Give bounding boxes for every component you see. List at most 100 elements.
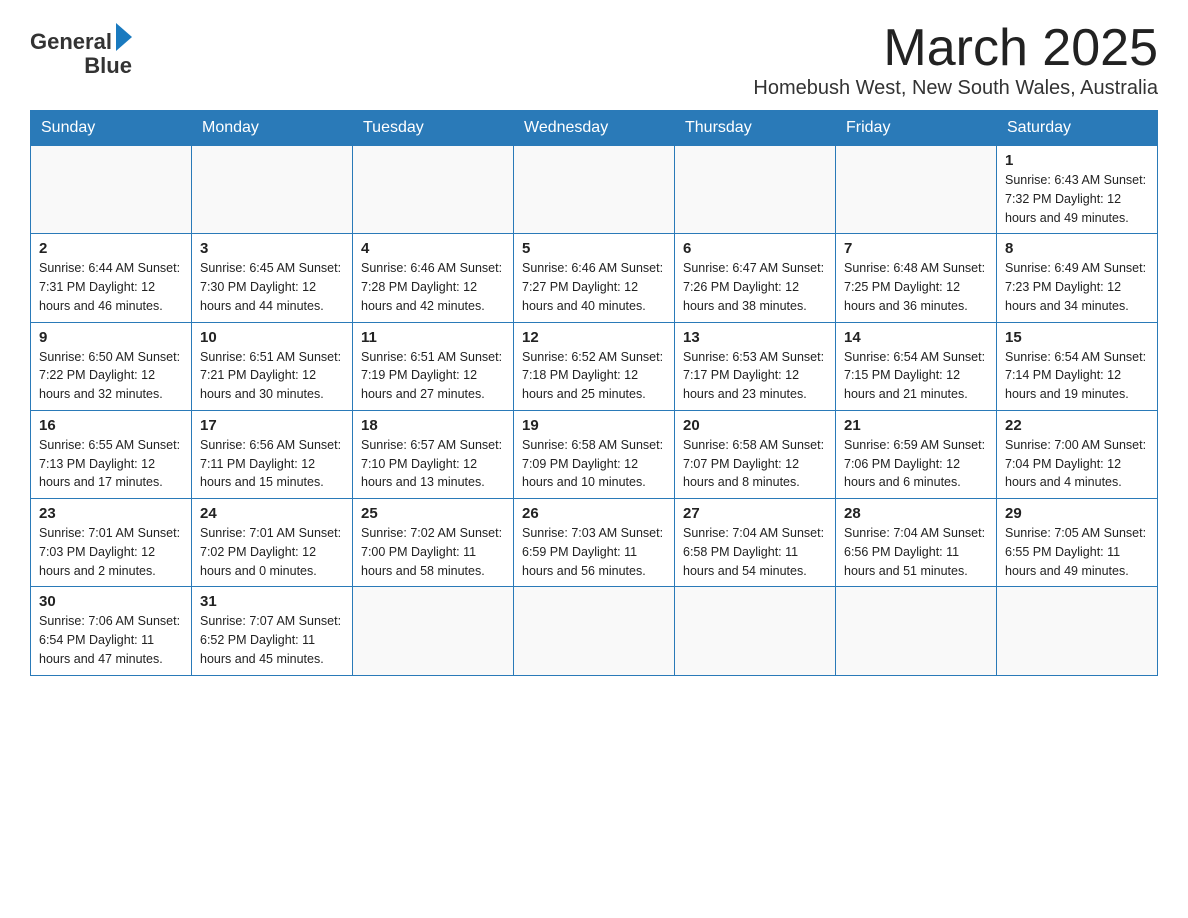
day-number: 13 xyxy=(683,329,827,346)
calendar-day-header: Sunday xyxy=(31,111,192,146)
calendar-cell xyxy=(514,587,675,675)
calendar-week-row: 23Sunrise: 7:01 AM Sunset: 7:03 PM Dayli… xyxy=(31,499,1158,587)
day-number: 17 xyxy=(200,417,344,434)
calendar-cell: 30 Sunrise: 7:06 AM Sunset: 6:54 PM Dayli… xyxy=(31,587,192,675)
logo: General Blue xyxy=(30,20,132,78)
calendar-cell xyxy=(31,146,192,234)
day-number: 4 xyxy=(361,240,505,257)
logo-text-general: General xyxy=(30,30,112,54)
calendar-cell: 12 Sunrise: 6:52 AM Sunset: 7:18 PM Dayli… xyxy=(514,322,675,410)
day-info: Sunrise: 7:04 AM Sunset: 6:56 PM Dayligh… xyxy=(844,524,988,580)
day-info: Sunrise: 6:56 AM Sunset: 7:11 PM Dayligh… xyxy=(200,436,344,492)
location-subtitle: Homebush West, New South Wales, Australi… xyxy=(753,77,1158,100)
day-number: 20 xyxy=(683,417,827,434)
day-info: Sunrise: 7:04 AM Sunset: 6:58 PM Dayligh… xyxy=(683,524,827,580)
day-number: 15 xyxy=(1005,329,1149,346)
calendar-cell: 15 Sunrise: 6:54 AM Sunset: 7:14 PM Dayli… xyxy=(997,322,1158,410)
day-number: 25 xyxy=(361,505,505,522)
day-number: 28 xyxy=(844,505,988,522)
day-number: 9 xyxy=(39,329,183,346)
day-number: 5 xyxy=(522,240,666,257)
day-info: Sunrise: 6:58 AM Sunset: 7:07 PM Dayligh… xyxy=(683,436,827,492)
calendar-week-row: 30 Sunrise: 7:06 AM Sunset: 6:54 PM Dayli… xyxy=(31,587,1158,675)
day-number: 1 xyxy=(1005,152,1149,169)
calendar-cell: 20 Sunrise: 6:58 AM Sunset: 7:07 PM Dayli… xyxy=(675,410,836,498)
calendar-cell xyxy=(192,146,353,234)
day-info: Sunrise: 6:54 AM Sunset: 7:14 PM Dayligh… xyxy=(1005,348,1149,404)
page-header: General Blue March 2025 Homebush West, N… xyxy=(30,20,1158,100)
day-info: Sunrise: 6:46 AM Sunset: 7:27 PM Dayligh… xyxy=(522,259,666,315)
calendar-table: SundayMondayTuesdayWednesdayThursdayFrid… xyxy=(30,110,1158,676)
day-info: Sunrise: 6:58 AM Sunset: 7:09 PM Dayligh… xyxy=(522,436,666,492)
calendar-cell: 1Sunrise: 6:43 AM Sunset: 7:32 PM Daylig… xyxy=(997,146,1158,234)
day-number: 21 xyxy=(844,417,988,434)
calendar-cell: 26Sunrise: 7:03 AM Sunset: 6:59 PM Dayli… xyxy=(514,499,675,587)
calendar-cell xyxy=(514,146,675,234)
day-info: Sunrise: 7:07 AM Sunset: 6:52 PM Dayligh… xyxy=(200,612,344,668)
day-info: Sunrise: 6:53 AM Sunset: 7:17 PM Dayligh… xyxy=(683,348,827,404)
calendar-cell xyxy=(675,146,836,234)
day-info: Sunrise: 6:55 AM Sunset: 7:13 PM Dayligh… xyxy=(39,436,183,492)
calendar-cell: 24 Sunrise: 7:01 AM Sunset: 7:02 PM Dayli… xyxy=(192,499,353,587)
calendar-cell: 14 Sunrise: 6:54 AM Sunset: 7:15 PM Dayli… xyxy=(836,322,997,410)
day-number: 3 xyxy=(200,240,344,257)
calendar-week-row: 9Sunrise: 6:50 AM Sunset: 7:22 PM Daylig… xyxy=(31,322,1158,410)
day-info: Sunrise: 6:57 AM Sunset: 7:10 PM Dayligh… xyxy=(361,436,505,492)
calendar-cell: 16 Sunrise: 6:55 AM Sunset: 7:13 PM Dayli… xyxy=(31,410,192,498)
day-number: 2 xyxy=(39,240,183,257)
day-info: Sunrise: 6:54 AM Sunset: 7:15 PM Dayligh… xyxy=(844,348,988,404)
day-number: 14 xyxy=(844,329,988,346)
day-info: Sunrise: 6:48 AM Sunset: 7:25 PM Dayligh… xyxy=(844,259,988,315)
calendar-day-header: Friday xyxy=(836,111,997,146)
day-info: Sunrise: 7:01 AM Sunset: 7:03 PM Dayligh… xyxy=(39,524,183,580)
calendar-cell: 10Sunrise: 6:51 AM Sunset: 7:21 PM Dayli… xyxy=(192,322,353,410)
calendar-cell xyxy=(675,587,836,675)
calendar-cell xyxy=(836,587,997,675)
calendar-day-header: Saturday xyxy=(997,111,1158,146)
day-number: 11 xyxy=(361,329,505,346)
day-number: 12 xyxy=(522,329,666,346)
calendar-day-header: Monday xyxy=(192,111,353,146)
day-info: Sunrise: 6:47 AM Sunset: 7:26 PM Dayligh… xyxy=(683,259,827,315)
calendar-cell: 28 Sunrise: 7:04 AM Sunset: 6:56 PM Dayli… xyxy=(836,499,997,587)
calendar-week-row: 1Sunrise: 6:43 AM Sunset: 7:32 PM Daylig… xyxy=(31,146,1158,234)
calendar-day-header: Thursday xyxy=(675,111,836,146)
calendar-day-header: Wednesday xyxy=(514,111,675,146)
calendar-cell: 21 Sunrise: 6:59 AM Sunset: 7:06 PM Dayli… xyxy=(836,410,997,498)
day-info: Sunrise: 6:51 AM Sunset: 7:21 PM Dayligh… xyxy=(200,348,344,404)
calendar-cell: 4 Sunrise: 6:46 AM Sunset: 7:28 PM Daylig… xyxy=(353,234,514,322)
day-number: 30 xyxy=(39,593,183,610)
calendar-cell: 2Sunrise: 6:44 AM Sunset: 7:31 PM Daylig… xyxy=(31,234,192,322)
day-info: Sunrise: 6:46 AM Sunset: 7:28 PM Dayligh… xyxy=(361,259,505,315)
title-block: March 2025 Homebush West, New South Wale… xyxy=(753,20,1158,100)
day-number: 6 xyxy=(683,240,827,257)
day-info: Sunrise: 7:06 AM Sunset: 6:54 PM Dayligh… xyxy=(39,612,183,668)
day-info: Sunrise: 7:03 AM Sunset: 6:59 PM Dayligh… xyxy=(522,524,666,580)
calendar-cell: 23Sunrise: 7:01 AM Sunset: 7:03 PM Dayli… xyxy=(31,499,192,587)
day-number: 19 xyxy=(522,417,666,434)
day-info: Sunrise: 7:01 AM Sunset: 7:02 PM Dayligh… xyxy=(200,524,344,580)
day-number: 31 xyxy=(200,593,344,610)
calendar-cell: 13 Sunrise: 6:53 AM Sunset: 7:17 PM Dayli… xyxy=(675,322,836,410)
day-info: Sunrise: 6:59 AM Sunset: 7:06 PM Dayligh… xyxy=(844,436,988,492)
day-number: 7 xyxy=(844,240,988,257)
logo-triangle-icon xyxy=(116,23,132,51)
calendar-cell xyxy=(997,587,1158,675)
logo-text-blue: Blue xyxy=(84,53,132,78)
calendar-cell: 25Sunrise: 7:02 AM Sunset: 7:00 PM Dayli… xyxy=(353,499,514,587)
day-number: 24 xyxy=(200,505,344,522)
calendar-cell: 8 Sunrise: 6:49 AM Sunset: 7:23 PM Daylig… xyxy=(997,234,1158,322)
calendar-cell: 29Sunrise: 7:05 AM Sunset: 6:55 PM Dayli… xyxy=(997,499,1158,587)
day-number: 8 xyxy=(1005,240,1149,257)
month-year-title: March 2025 xyxy=(753,20,1158,77)
calendar-day-header: Tuesday xyxy=(353,111,514,146)
day-info: Sunrise: 6:52 AM Sunset: 7:18 PM Dayligh… xyxy=(522,348,666,404)
calendar-week-row: 2Sunrise: 6:44 AM Sunset: 7:31 PM Daylig… xyxy=(31,234,1158,322)
calendar-cell: 31 Sunrise: 7:07 AM Sunset: 6:52 PM Dayli… xyxy=(192,587,353,675)
day-number: 16 xyxy=(39,417,183,434)
calendar-cell: 11Sunrise: 6:51 AM Sunset: 7:19 PM Dayli… xyxy=(353,322,514,410)
day-info: Sunrise: 6:49 AM Sunset: 7:23 PM Dayligh… xyxy=(1005,259,1149,315)
calendar-header-row: SundayMondayTuesdayWednesdayThursdayFrid… xyxy=(31,111,1158,146)
calendar-cell: 22Sunrise: 7:00 AM Sunset: 7:04 PM Dayli… xyxy=(997,410,1158,498)
day-info: Sunrise: 6:45 AM Sunset: 7:30 PM Dayligh… xyxy=(200,259,344,315)
